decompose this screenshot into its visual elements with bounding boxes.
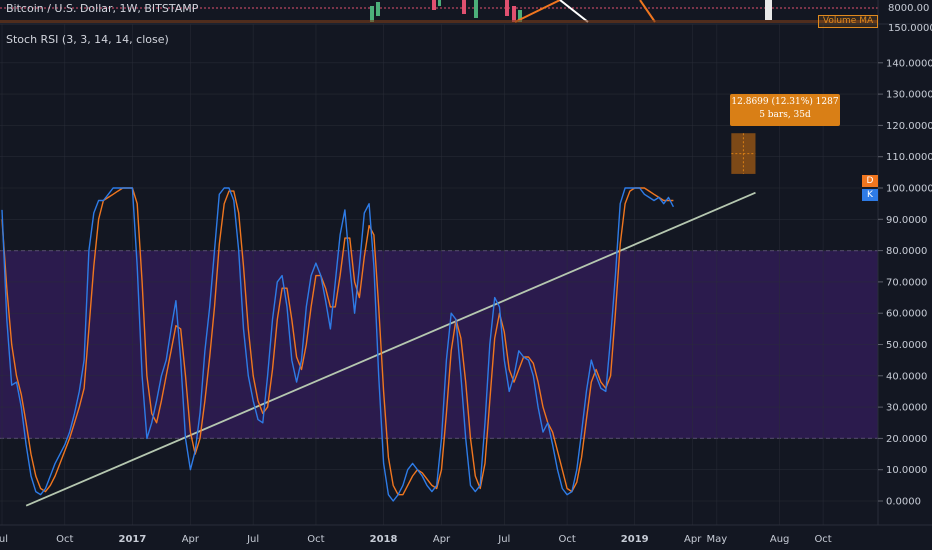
- y-tick-label: 10.0000: [886, 465, 927, 476]
- candle: [462, 0, 466, 14]
- candle: [474, 0, 478, 18]
- candle: [370, 6, 374, 22]
- candle: [512, 6, 516, 22]
- measure-change: 12.8699 (12.31%) 1287: [731, 97, 839, 107]
- candle: [432, 0, 436, 10]
- y-tick-label: 30.0000: [886, 403, 927, 414]
- measure-label[interactable]: 12.8699 (12.31%) 1287 5 bars, 35d: [730, 94, 840, 126]
- main-title[interactable]: Bitcoin / U.S. Dollar, 1W, BITSTAMP: [6, 2, 198, 15]
- candle: [765, 0, 772, 20]
- x-tick-label: Oct: [307, 534, 324, 545]
- volume-baseline: [0, 20, 878, 23]
- x-tick-label: Aug: [770, 534, 790, 545]
- y-tick-label: 100.0000: [886, 184, 932, 195]
- y-tick-label: 120.0000: [886, 121, 932, 132]
- y-tick-label: 70.0000: [886, 277, 927, 288]
- x-tick-label: Jul: [0, 534, 8, 545]
- x-tick-label: Apr: [433, 534, 451, 545]
- y-axis[interactable]: 0.0000 10.0000 20.0000 30.0000 40.0000 50.000…: [878, 58, 932, 508]
- x-tick-label: Jul: [246, 534, 259, 545]
- x-tick-label: 2018: [370, 534, 398, 545]
- y-tick-label: 110.0000: [886, 152, 932, 163]
- measure-bars: 5 bars, 35d: [759, 110, 811, 120]
- y-tick-label: 140.0000: [886, 58, 932, 69]
- y-tick-label: 60.0000: [886, 309, 927, 320]
- y-tick-label: 130.0000: [886, 90, 932, 101]
- y-tick-label: 20.0000: [886, 434, 927, 445]
- x-tick-label: Oct: [558, 534, 575, 545]
- y-tick-label: 80.0000: [886, 246, 927, 257]
- k-badge[interactable]: K: [862, 189, 878, 201]
- y-tick-label: 0.0000: [886, 497, 921, 508]
- candle: [376, 2, 380, 16]
- measure-box[interactable]: [731, 133, 756, 174]
- y-tick-label: 50.0000: [886, 340, 927, 351]
- y-tick-label: 40.0000: [886, 371, 927, 382]
- x-tick-label: Oct: [814, 534, 831, 545]
- x-tick-label: 2017: [118, 534, 146, 545]
- x-tick-label: Oct: [56, 534, 73, 545]
- d-badge[interactable]: D: [862, 175, 878, 187]
- x-tick-label: May: [706, 534, 727, 545]
- x-tick-label: 2019: [621, 534, 649, 545]
- candle: [505, 0, 509, 16]
- price-axis-top-label: 8000.00: [888, 3, 929, 14]
- x-tick-label: Apr: [182, 534, 200, 545]
- x-tick-label: Jul: [497, 534, 510, 545]
- stoch-rsi-chart[interactable]: 0.0000 10.0000 20.0000 30.0000 40.0000 50.000…: [0, 0, 932, 550]
- y-tick-label: 90.0000: [886, 215, 927, 226]
- x-tick-label: Apr: [684, 534, 702, 545]
- volume-ma-tag[interactable]: Volume MA: [818, 15, 878, 28]
- candle: [438, 0, 441, 6]
- price-axis-top2-label: 150.0000: [888, 23, 932, 34]
- indicator-title[interactable]: Stoch RSI (3, 3, 14, 14, close): [6, 33, 169, 46]
